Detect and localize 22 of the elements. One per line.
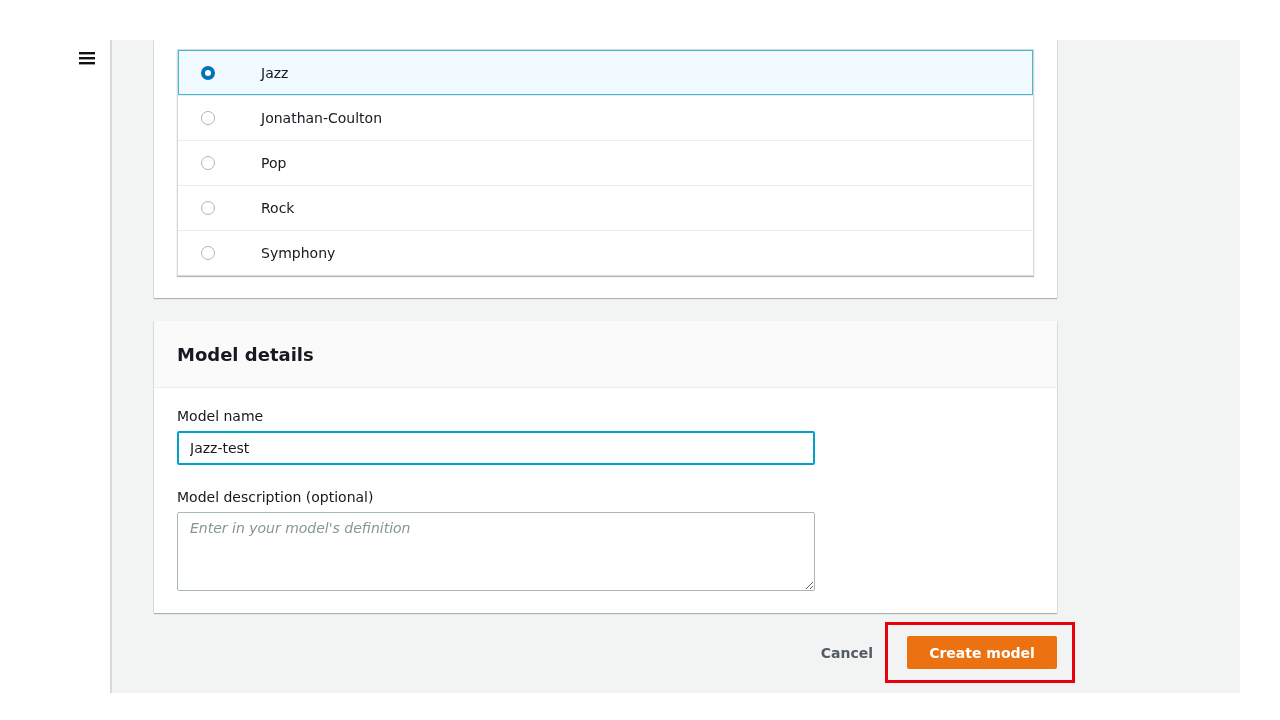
option-row[interactable]: Jonathan-Coulton	[178, 95, 1033, 140]
option-label: Jonathan-Coulton	[261, 110, 383, 126]
model-description-input[interactable]: Enter in your model's definition	[177, 512, 815, 591]
field-label: Model name	[177, 408, 264, 424]
field-label: Model description (optional)	[177, 489, 374, 505]
option-row[interactable]: Jazz	[178, 50, 1033, 95]
radio-button[interactable]	[201, 201, 215, 215]
option-row[interactable]: Symphony	[178, 230, 1033, 275]
option-label: Pop	[261, 155, 287, 171]
option-label: Jazz	[261, 64, 289, 81]
section-title: Model details	[177, 343, 314, 365]
option-row[interactable]: Rock	[178, 185, 1033, 230]
cancel-button[interactable]: Cancel	[820, 640, 873, 665]
option-label: Symphony	[261, 245, 336, 261]
radio-button[interactable]	[201, 111, 215, 125]
radio-button[interactable]	[201, 65, 215, 80]
option-row[interactable]: Pop	[178, 140, 1033, 185]
option-label: Rock	[261, 200, 295, 216]
radio-button[interactable]	[201, 246, 215, 260]
menu-icon[interactable]	[79, 51, 95, 65]
model-name-input[interactable]: Jazz-test	[177, 431, 815, 465]
radio-button[interactable]	[201, 156, 215, 170]
